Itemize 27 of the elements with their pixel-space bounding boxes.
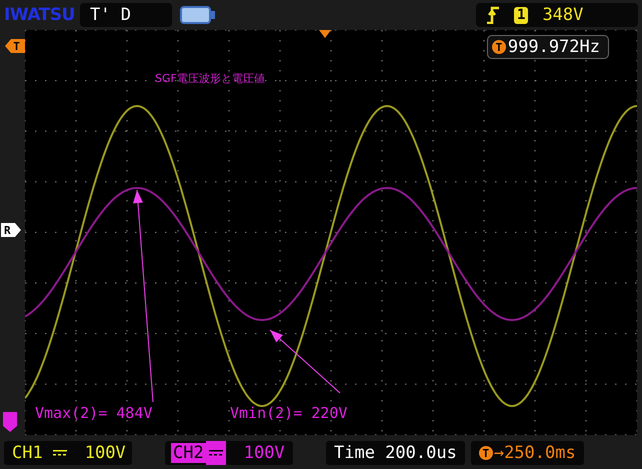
trigger-point-icon bbox=[319, 30, 331, 38]
channel-scale: 100V bbox=[84, 443, 126, 463]
arrow bbox=[270, 330, 340, 394]
dc-coupling-icon bbox=[206, 441, 226, 465]
trigger-status: T' D bbox=[80, 3, 172, 27]
trigger-source: 1 bbox=[514, 6, 528, 24]
channel-label[interactable]: CH2 bbox=[171, 443, 206, 463]
trigger-badge: T bbox=[478, 446, 493, 460]
reference-marker: R bbox=[1, 223, 21, 237]
channel-marker-icon bbox=[3, 412, 17, 432]
channel-label[interactable]: CH1 bbox=[10, 443, 45, 463]
trigger-level: 348V bbox=[542, 5, 584, 25]
channel-scale: 100V bbox=[244, 443, 285, 463]
rising-edge-icon bbox=[486, 6, 500, 24]
brand-logo: IWATSU bbox=[4, 5, 72, 25]
trigger-delay: →250.0ms bbox=[494, 443, 576, 463]
dc-coupling-icon bbox=[52, 449, 67, 457]
screen-title: SGF電圧波形と電圧値 bbox=[155, 71, 265, 86]
frequency-value: 999.972Hz bbox=[508, 37, 600, 57]
channel-panel[interactable]: CH2 100V bbox=[165, 441, 293, 465]
trigger-badge: T bbox=[492, 40, 506, 54]
measurement-label: Vmin(2)= 220V bbox=[230, 404, 348, 422]
measurement-label: Vmax(2)= 484V bbox=[35, 404, 152, 422]
battery-icon bbox=[180, 6, 216, 24]
trigger-position-marker: T bbox=[5, 39, 25, 53]
time-base: Time 200.0us bbox=[326, 441, 465, 465]
channel-panel[interactable]: CH1 100V bbox=[4, 441, 132, 465]
